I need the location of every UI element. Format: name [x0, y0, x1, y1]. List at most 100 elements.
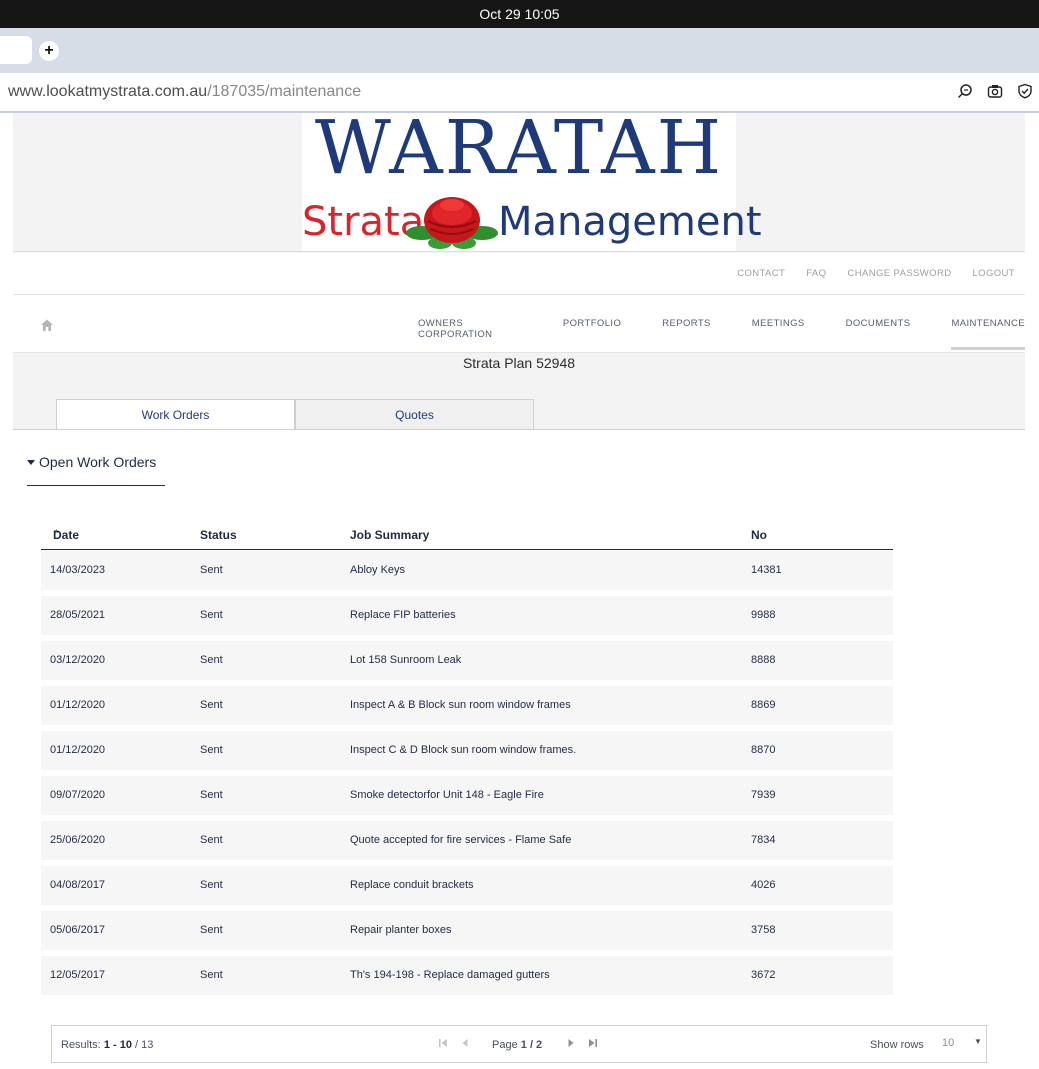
table-row[interactable]: 28/05/2021 Sent Replace FIP batteries 9988 — [41, 596, 893, 635]
contact-link[interactable]: CONTACT — [737, 268, 785, 279]
plan-title: Strata Plan 52948 — [462, 355, 576, 371]
browser-tab[interactable] — [0, 36, 32, 64]
main-nav: OWNERS CORPORATION PORTFOLIO REPORTS MEE… — [13, 295, 1025, 353]
table-row[interactable]: 01/12/2020 Sent Inspect A & B Block sun ro… — [41, 686, 893, 725]
cell-job-summary: Th's 194-198 - Replace damaged gutters — [350, 969, 550, 981]
prev-page-icon[interactable] — [460, 1038, 470, 1048]
cell-job-summary: Smoke detectorfor Unit 148 - Eagle Fire — [350, 789, 544, 801]
zoom-search-icon[interactable] — [957, 83, 973, 99]
change-password-link[interactable]: CHANGE PASSWORD — [847, 268, 951, 279]
cell-date: 28/05/2021 — [50, 609, 106, 621]
nav-portfolio[interactable]: PORTFOLIO — [563, 318, 621, 340]
table-row[interactable]: 03/12/2020 Sent Lot 158 Sunroom Leak 8888 — [41, 641, 893, 680]
cell-status: Sent — [200, 564, 223, 576]
cell-no: 8869 — [751, 699, 776, 711]
nav-documents[interactable]: DOCUMENTS — [846, 318, 911, 340]
cell-status: Sent — [200, 879, 223, 891]
page-label: Page — [492, 1039, 518, 1051]
header-status[interactable]: Status — [200, 528, 237, 542]
table-row[interactable]: 12/05/2017 Sent Th's 194-198 - Replace dam… — [41, 956, 893, 995]
home-icon[interactable] — [40, 318, 54, 332]
cell-date: 12/05/2017 — [50, 969, 106, 981]
cell-job-summary: Repair planter boxes — [350, 924, 452, 936]
tab-bar: Work Orders Quotes — [56, 399, 534, 430]
cell-date: 01/12/2020 — [50, 744, 106, 756]
header-no[interactable]: No — [751, 528, 767, 542]
url-path: /187035/maintenance — [207, 83, 362, 100]
dropdown-arrow-icon: ▼ — [974, 1037, 982, 1046]
tab-work-orders[interactable]: Work Orders — [56, 399, 295, 430]
first-page-icon[interactable] — [438, 1038, 448, 1048]
results-count: Results: 1 - 10 / 13 — [61, 1039, 153, 1051]
browser-tab-strip: + — [0, 28, 1039, 73]
nav-owners-corporation[interactable]: OWNERS CORPORATION — [418, 318, 522, 340]
cell-job-summary: Replace FIP batteries — [350, 609, 456, 621]
last-page-icon[interactable] — [588, 1038, 598, 1048]
cell-status: Sent — [200, 969, 223, 981]
nav-reports[interactable]: REPORTS — [662, 318, 711, 340]
cell-status: Sent — [200, 834, 223, 846]
cell-no: 7834 — [751, 834, 776, 846]
page-value: 1 / 2 — [520, 1039, 543, 1051]
logo-management-text: Management — [498, 199, 762, 245]
table-row[interactable]: 05/06/2017 Sent Repair planter boxes 3758 — [41, 911, 893, 950]
header-date-label: Date — [53, 528, 80, 542]
cell-no: 14381 — [751, 564, 782, 576]
show-rows-label: Show rows — [870, 1039, 924, 1051]
cell-date: 04/08/2017 — [50, 879, 106, 891]
open-work-orders-toggle[interactable]: Open Work Orders — [27, 454, 165, 486]
work-orders-panel: Open Work Orders ▲ Date Status Job Summar… — [13, 429, 1025, 1069]
table-row[interactable]: 25/06/2020 Sent Quote accepted for fire se… — [41, 821, 893, 860]
header-band: WARATAH Strata Management — [13, 105, 1025, 252]
caret-down-icon — [27, 459, 35, 465]
url-text[interactable]: www.lookatmystrata.com.au/187035/mainten… — [8, 83, 361, 101]
new-tab-button[interactable]: + — [39, 41, 59, 61]
nav-meetings[interactable]: MEETINGS — [752, 318, 805, 340]
logo-word: WARATAH — [314, 105, 724, 191]
table-header: ▲ Date Status Job Summary No — [41, 528, 893, 550]
tab-quotes[interactable]: Quotes — [295, 399, 534, 430]
waratah-flower-icon — [406, 197, 498, 249]
next-page-icon[interactable] — [566, 1038, 576, 1048]
cell-no: 9988 — [751, 609, 776, 621]
results-range: 1 - 10 — [103, 1039, 132, 1051]
cell-status: Sent — [200, 609, 223, 621]
cell-job-summary: Inspect A & B Block sun room window fram… — [350, 699, 571, 711]
nav-maintenance[interactable]: MAINTENANCE — [951, 318, 1025, 350]
work-orders-table: ▲ Date Status Job Summary No 14/03/2023 Se… — [41, 528, 893, 1001]
rows-per-page-value: 10 — [942, 1037, 955, 1049]
header-job-summary[interactable]: Job Summary — [350, 528, 429, 542]
table-row[interactable]: 09/07/2020 Sent Smoke detectorfor Unit 148… — [41, 776, 893, 815]
logout-link[interactable]: LOGOUT — [972, 268, 1015, 279]
cell-status: Sent — [200, 924, 223, 936]
table-row[interactable]: 04/08/2017 Sent Replace conduit brackets 40… — [41, 866, 893, 905]
os-top-bar: Oct 29 10:05 — [0, 0, 1039, 28]
cell-status: Sent — [200, 654, 223, 666]
cell-job-summary: Inspect C & D Block sun room window fram… — [350, 744, 577, 756]
cell-status: Sent — [200, 744, 223, 756]
section-title: Open Work Orders — [39, 454, 157, 470]
cell-date: 25/06/2020 — [50, 834, 106, 846]
cell-status: Sent — [200, 789, 223, 801]
os-clock[interactable]: Oct 29 10:05 — [479, 6, 559, 22]
rows-per-page-select[interactable]: 10 ▼ — [942, 1037, 982, 1049]
cell-date: 14/03/2023 — [50, 564, 106, 576]
cell-no: 4026 — [751, 879, 776, 891]
table-row[interactable]: 14/03/2023 Sent Abloy Keys 14381 — [41, 551, 893, 590]
cell-no: 7939 — [751, 789, 776, 801]
pagination-bar: Results: 1 - 10 / 13 Page 1 / 2 Show row… — [51, 1025, 987, 1063]
faq-link[interactable]: FAQ — [806, 268, 826, 279]
cell-no: 8870 — [751, 744, 776, 756]
cell-date: 05/06/2017 — [50, 924, 106, 936]
page: WARATAH Strata Management CONTACT FAQ CH… — [13, 105, 1025, 1069]
waratah-logo[interactable]: WARATAH Strata Management — [302, 105, 762, 251]
shield-check-icon[interactable] — [1017, 83, 1033, 99]
cell-no: 8888 — [751, 654, 776, 666]
table-row[interactable]: 01/12/2020 Sent Inspect C & D Block sun ro… — [41, 731, 893, 770]
cell-no: 3672 — [751, 969, 776, 981]
cell-job-summary: Replace conduit brackets — [350, 879, 474, 891]
camera-icon[interactable] — [987, 83, 1003, 99]
cell-date: 01/12/2020 — [50, 699, 106, 711]
cell-job-summary: Quote accepted for fire services - Flame… — [350, 834, 572, 846]
cell-job-summary: Lot 158 Sunroom Leak — [350, 654, 462, 666]
